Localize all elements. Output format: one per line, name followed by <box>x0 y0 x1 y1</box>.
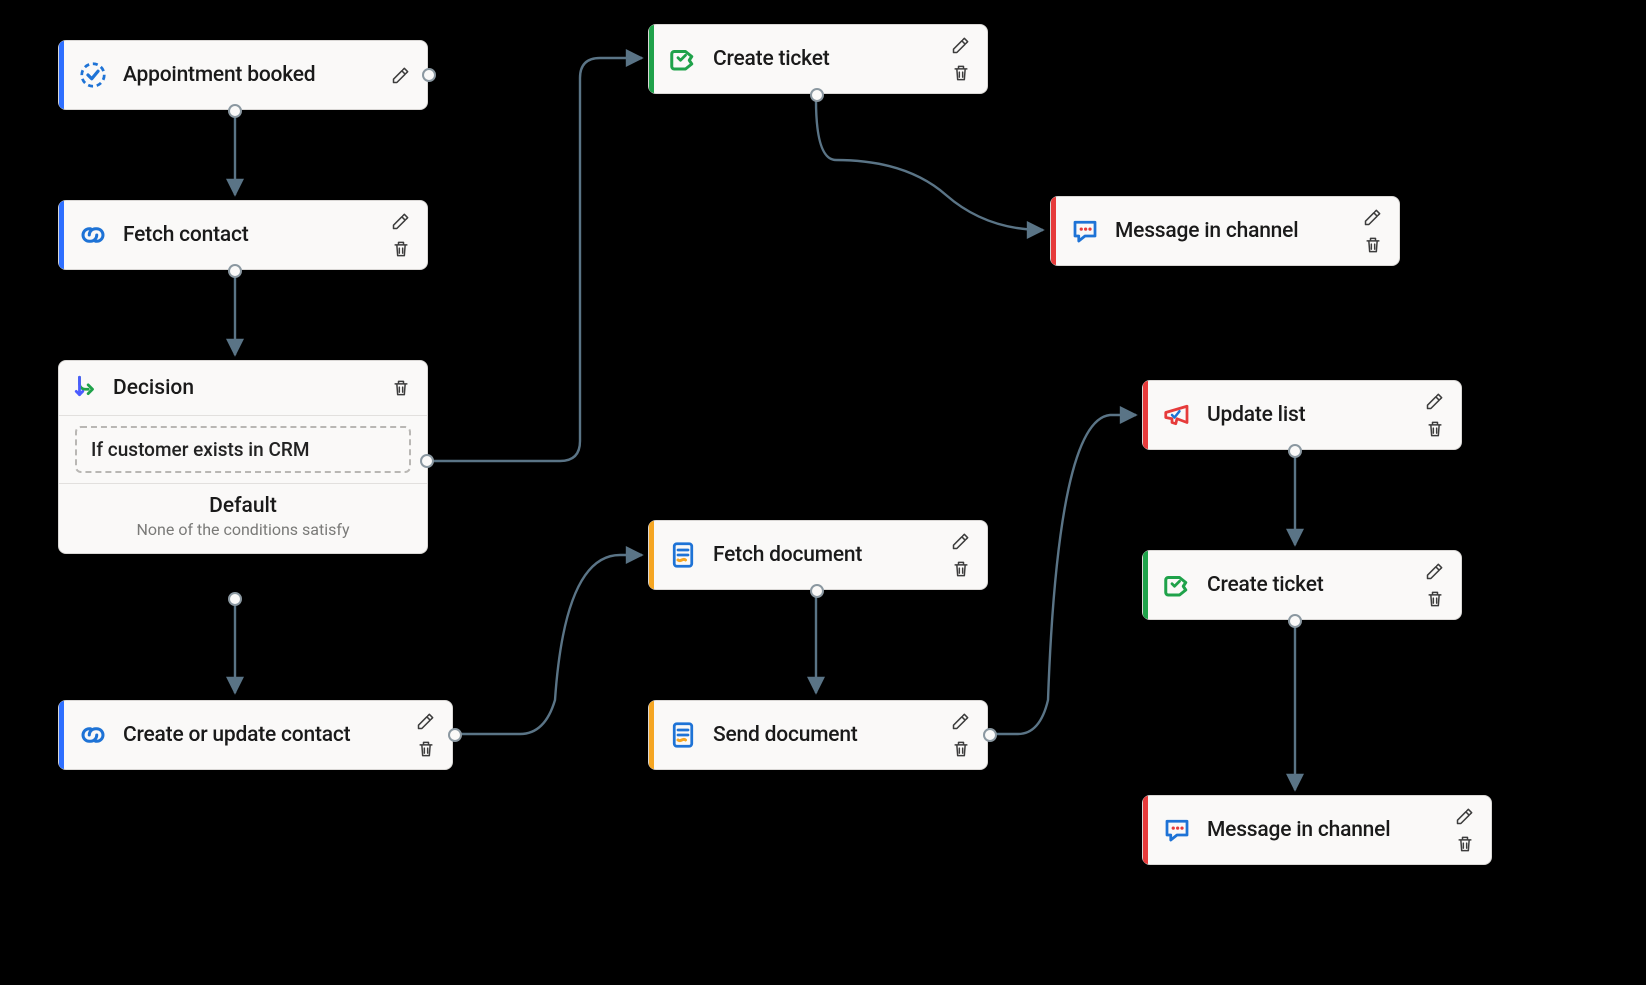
node-label: Fetch contact <box>123 223 249 247</box>
default-output-port[interactable] <box>228 592 242 606</box>
output-port[interactable] <box>228 104 242 118</box>
node-label: Update list <box>1207 403 1305 427</box>
edit-button[interactable] <box>1453 804 1477 828</box>
edit-button[interactable] <box>949 33 973 57</box>
edit-button[interactable] <box>1423 389 1447 413</box>
output-port[interactable] <box>1288 444 1302 458</box>
delete-button[interactable] <box>949 61 973 85</box>
node-label: Create ticket <box>1207 573 1324 597</box>
decision-default-branch: Default None of the conditions satisfy <box>59 483 427 553</box>
ticket-icon <box>665 41 701 77</box>
node-fetch-document[interactable]: Fetch document <box>648 520 988 590</box>
output-port[interactable] <box>1288 614 1302 628</box>
output-port[interactable] <box>448 728 462 742</box>
chat-icon <box>1067 213 1103 249</box>
node-label: Create ticket <box>713 47 830 71</box>
node-decision[interactable]: Decision If customer exists in CRM Defau… <box>58 360 428 554</box>
condition-output-port[interactable] <box>420 454 434 468</box>
link-icon <box>75 217 111 253</box>
node-fetch-contact[interactable]: Fetch contact <box>58 200 428 270</box>
node-message-channel-2[interactable]: Message in channel <box>1142 795 1492 865</box>
link-icon <box>75 717 111 753</box>
edit-button[interactable] <box>949 529 973 553</box>
node-update-list[interactable]: Update list <box>1142 380 1462 450</box>
node-label: Decision <box>113 376 194 400</box>
chat-icon <box>1159 812 1195 848</box>
node-message-channel-1[interactable]: Message in channel <box>1050 196 1400 266</box>
edit-button[interactable] <box>1423 559 1447 583</box>
ticket-icon <box>1159 567 1195 603</box>
workflow-canvas[interactable]: { "nodes": { "appointment": {"label": "A… <box>0 0 1646 985</box>
output-port[interactable] <box>810 88 824 102</box>
edit-button[interactable] <box>949 709 973 733</box>
edit-button[interactable] <box>1361 205 1385 229</box>
delete-button[interactable] <box>389 237 413 261</box>
edit-button[interactable] <box>389 63 413 87</box>
decision-condition[interactable]: If customer exists in CRM <box>75 426 411 473</box>
output-port[interactable] <box>983 728 997 742</box>
delete-button[interactable] <box>949 557 973 581</box>
node-label: Message in channel <box>1207 818 1390 842</box>
edit-button[interactable] <box>389 209 413 233</box>
edit-button[interactable] <box>414 709 438 733</box>
output-port[interactable] <box>228 264 242 278</box>
node-label: Appointment booked <box>123 63 315 87</box>
document-icon <box>665 537 701 573</box>
delete-button[interactable] <box>389 376 413 400</box>
delete-button[interactable] <box>1423 417 1447 441</box>
delete-button[interactable] <box>1423 587 1447 611</box>
delete-button[interactable] <box>1361 233 1385 257</box>
delete-button[interactable] <box>414 737 438 761</box>
delete-button[interactable] <box>949 737 973 761</box>
appointment-icon <box>75 57 111 93</box>
node-create-ticket-1[interactable]: Create ticket <box>648 24 988 94</box>
default-subtitle: None of the conditions satisfy <box>75 520 411 539</box>
node-send-document[interactable]: Send document <box>648 700 988 770</box>
node-label: Message in channel <box>1115 219 1298 243</box>
decision-icon <box>73 373 103 403</box>
node-label: Send document <box>713 723 858 747</box>
node-label: Fetch document <box>713 543 862 567</box>
default-title: Default <box>75 494 411 518</box>
document-icon <box>665 717 701 753</box>
node-label: Create or update contact <box>123 723 350 747</box>
node-create-ticket-2[interactable]: Create ticket <box>1142 550 1462 620</box>
megaphone-icon <box>1159 397 1195 433</box>
output-port[interactable] <box>422 68 436 82</box>
node-appointment-booked[interactable]: Appointment booked <box>58 40 428 110</box>
node-create-update-contact[interactable]: Create or update contact <box>58 700 453 770</box>
output-port[interactable] <box>810 584 824 598</box>
delete-button[interactable] <box>1453 832 1477 856</box>
